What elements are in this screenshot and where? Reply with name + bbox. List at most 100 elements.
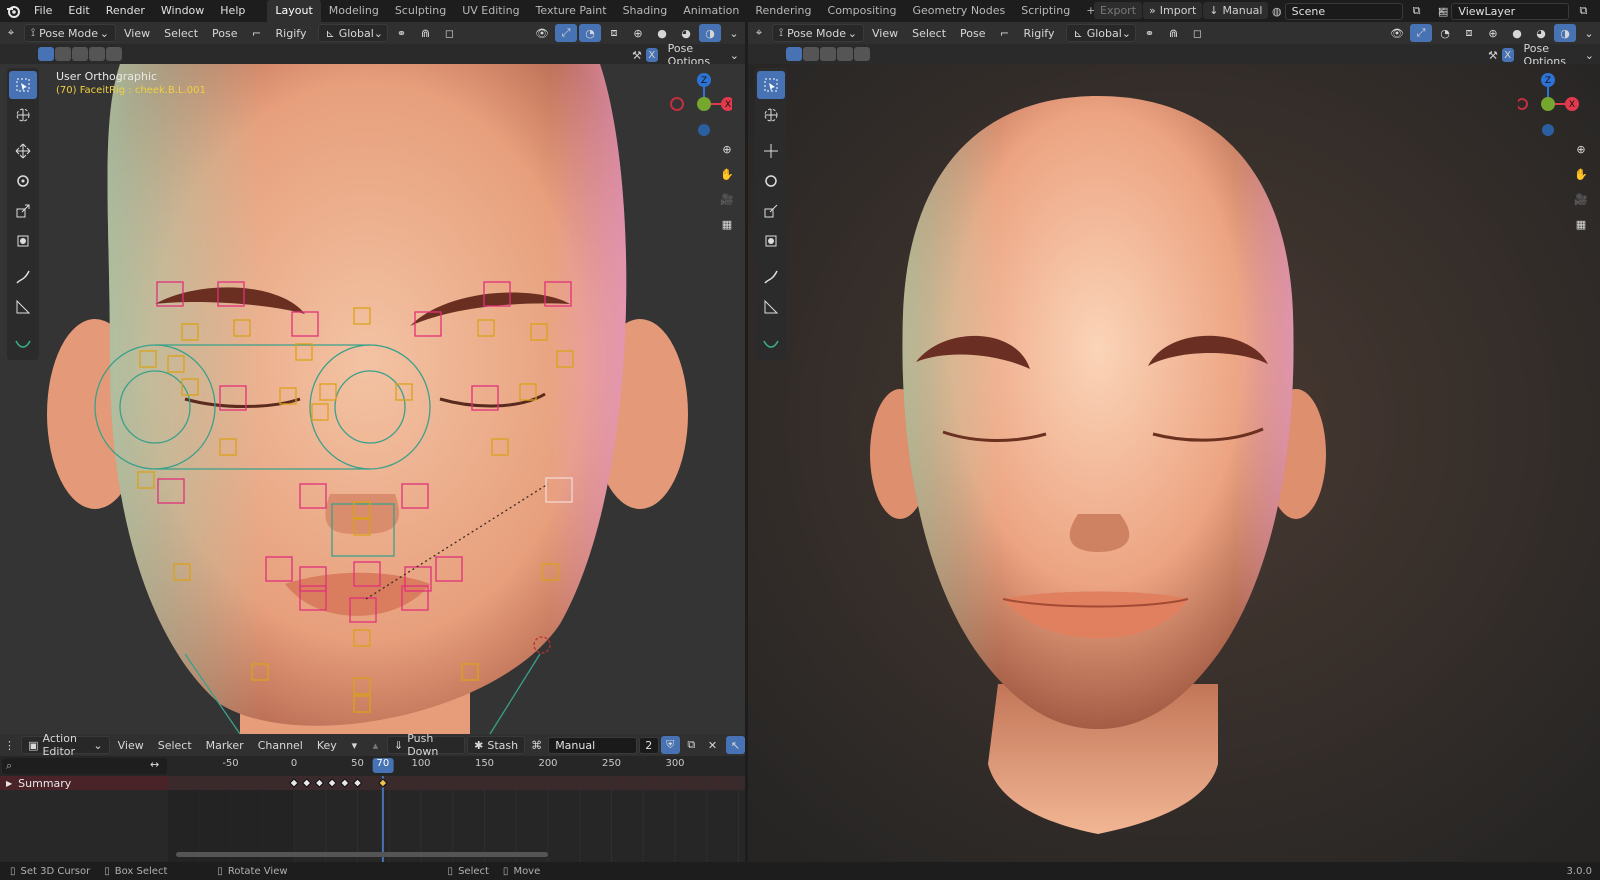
mirror-icon[interactable]: ⚒ [632,49,642,62]
right-axis-gizmo[interactable]: Z X [1518,72,1588,138]
right-xray-icon[interactable]: ⧈ [1458,24,1480,42]
right-bone-size-tool-icon[interactable] [757,329,785,357]
right-select-new-icon[interactable] [786,47,802,61]
action-mode-dropdown[interactable]: ▣ Action Editor ⌄ [21,732,110,758]
right-orientation-dropdown[interactable]: ⊾ Global ⌄ [1066,24,1137,42]
mirror-x-toggle[interactable]: X [645,48,658,62]
right-menu-view[interactable]: View [866,24,904,42]
right-measure-tool-icon[interactable] [757,293,785,321]
tab-texture-paint[interactable]: Texture Paint [528,0,615,22]
scene-field[interactable]: Scene [1284,2,1403,20]
action-filter-icon[interactable]: ▾ [345,736,364,754]
area-divider[interactable] [745,22,748,862]
menu-view[interactable]: View [118,24,156,42]
pan-hand-icon[interactable]: ✋ [716,163,738,185]
menu-edit[interactable]: Edit [60,0,97,22]
right-wireframe-shading-icon[interactable]: ⊕ [1482,24,1504,42]
action-menu-view[interactable]: View [112,736,150,754]
current-frame-indicator[interactable]: 70 [372,758,394,773]
timeline-scrollbar[interactable] [176,852,548,857]
orientation-dropdown[interactable]: ⊾ Global ⌄ [318,24,389,42]
select-intersect-icon[interactable] [106,47,122,61]
menu-pose[interactable]: Pose [206,24,243,42]
visibility-icon[interactable]: 👁 [531,24,553,42]
tab-geometry-nodes[interactable]: Geometry Nodes [904,0,1013,22]
rotate-tool-icon[interactable] [9,167,37,195]
action-up-icon[interactable]: ▴ [366,736,385,754]
pose-toggle-icon[interactable]: ⌐ [246,24,268,42]
tab-sculpting[interactable]: Sculpting [387,0,454,22]
overlay-toggle-icon[interactable]: ◔ [579,24,601,42]
tab-scripting[interactable]: Scripting [1013,0,1078,22]
keyframe-area[interactable] [168,776,745,862]
snap-icon[interactable]: ⋒ [414,24,436,42]
right-visibility-icon[interactable]: 👁 [1386,24,1408,42]
wireframe-shading-icon[interactable]: ⊕ [627,24,649,42]
right-shading-options-icon[interactable]: ⌄ [1578,24,1600,42]
action-menu-select[interactable]: Select [152,736,198,754]
right-mirror-x-toggle[interactable]: X [1501,48,1514,62]
right-rigify-menu[interactable]: Rigify [1018,24,1061,42]
action-browse-icon[interactable]: ⌘ [527,736,546,754]
swap-icon[interactable]: ↔ [150,758,159,771]
proportional-icon[interactable]: ◻ [438,24,460,42]
push-down-button[interactable]: ⇓ Push Down [386,732,466,758]
material-shading-icon[interactable]: ◕ [675,24,697,42]
right-select-box-tool-icon[interactable] [757,71,785,99]
right-solid-shading-icon[interactable]: ● [1506,24,1528,42]
select-new-icon[interactable] [38,47,54,61]
right-pose-options-dropdown[interactable]: Pose Options ⌄ [1518,42,1600,68]
right-select-subtract-icon[interactable] [820,47,836,61]
right-select-invert-icon[interactable] [837,47,853,61]
export-button[interactable]: Export [1094,2,1143,19]
menu-render[interactable]: Render [98,0,153,22]
transform-tool-icon[interactable] [9,227,37,255]
right-cursor-tool-icon[interactable] [757,101,785,129]
channel-search-input[interactable]: ⌕ [2,758,167,774]
right-menu-pose[interactable]: Pose [954,24,991,42]
select-extend-icon[interactable] [55,47,71,61]
gizmo-toggle-icon[interactable]: ⤢ [555,24,577,42]
tab-modeling[interactable]: Modeling [321,0,387,22]
rendered-shading-icon[interactable]: ◑ [699,24,721,42]
menu-select[interactable]: Select [158,24,204,42]
right-proportional-icon[interactable]: ◻ [1186,24,1208,42]
channel-summary[interactable]: ▶ Summary [0,776,168,790]
auto-key-toggle-icon[interactable]: ↖ [725,736,746,754]
action-menu-channel[interactable]: Channel [252,736,309,754]
xray-icon[interactable]: ⧈ [603,24,625,42]
fake-user-shield-icon[interactable]: ⛨ [660,736,680,754]
right-viewport[interactable]: Z X ⊕ ✋ 🎥 ▦ [748,64,1600,862]
bone-size-tool-icon[interactable] [9,329,37,357]
unlink-action-icon[interactable]: ✕ [703,736,722,754]
grid-perspective-icon[interactable]: ▦ [716,213,738,235]
import-button[interactable]: » Import [1143,2,1203,19]
right-zoom-icon[interactable]: ⊕ [1570,138,1592,160]
menu-help[interactable]: Help [212,0,253,22]
camera-view-icon[interactable]: 🎥 [716,188,738,210]
select-invert-icon[interactable] [89,47,105,61]
menu-file[interactable]: File [26,0,60,22]
left-viewport[interactable]: User Orthographic (70) FaceitRig : cheek… [0,64,745,734]
right-menu-select[interactable]: Select [906,24,952,42]
dopesheet-editor-icon[interactable]: ⋮ [0,736,19,754]
action-name-field[interactable]: Manual [548,736,637,754]
view-layer-field[interactable]: ViewLayer [1451,2,1570,20]
blender-logo-icon[interactable] [0,0,26,22]
right-select-intersect-icon[interactable] [854,47,870,61]
annotate-tool-icon[interactable] [9,263,37,291]
stash-button[interactable]: ✱ Stash [467,736,526,754]
solid-shading-icon[interactable]: ● [651,24,673,42]
right-pan-hand-icon[interactable]: ✋ [1570,163,1592,185]
tab-layout[interactable]: Layout [267,0,321,22]
action-menu-marker[interactable]: Marker [200,736,250,754]
new-view-layer-icon[interactable]: ⧉ [1572,2,1594,20]
right-pose-toggle-icon[interactable]: ⌐ [994,24,1016,42]
move-tool-icon[interactable] [9,137,37,165]
right-camera-view-icon[interactable]: 🎥 [1570,188,1592,210]
right-mirror-icon[interactable]: ⚒ [1488,49,1498,62]
frame-ruler[interactable]: -50 0 50 100 150 200 250 300 70 [170,758,745,774]
right-overlay-toggle-icon[interactable]: ◔ [1434,24,1456,42]
editor-type-icon[interactable]: ⌖ [0,24,22,42]
right-pivot-icon[interactable]: ⚭ [1138,24,1160,42]
